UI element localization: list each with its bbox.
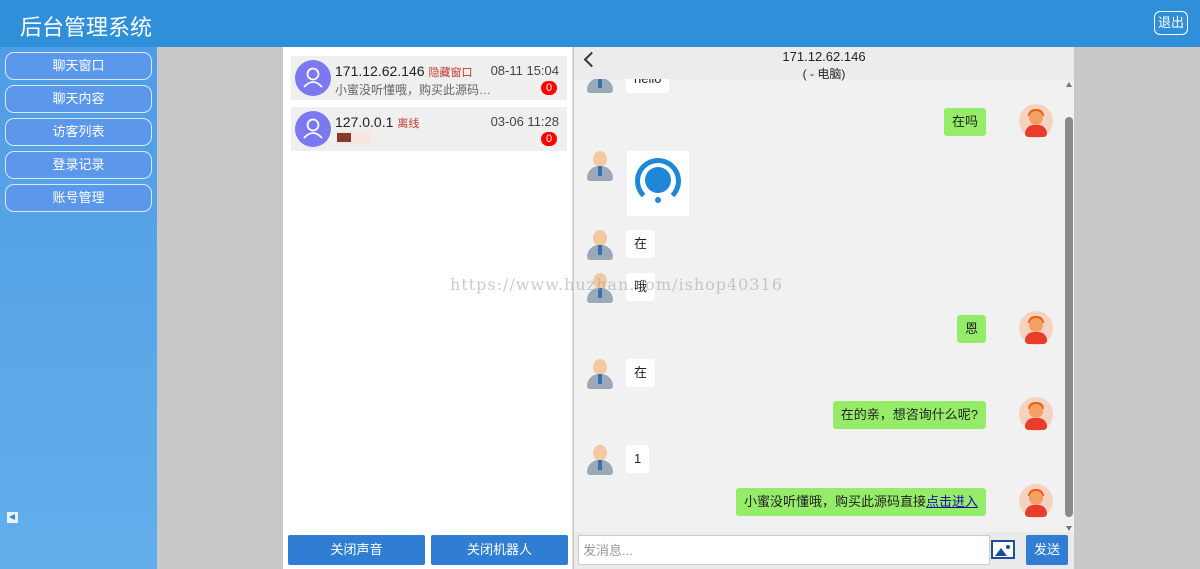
agent-avatar-icon bbox=[1019, 397, 1053, 431]
sidebar-item-chat-content[interactable]: 聊天内容 bbox=[5, 85, 152, 113]
sidebar-item-login-records[interactable]: 登录记录 bbox=[5, 151, 152, 179]
mute-sound-button[interactable]: 关闭声音 bbox=[288, 535, 425, 565]
app-title: 后台管理系统 bbox=[20, 15, 153, 40]
message-bubble: 哦 bbox=[626, 273, 656, 301]
image-message-headset-icon[interactable] bbox=[627, 151, 689, 216]
collapse-sidebar-icon[interactable] bbox=[7, 512, 18, 523]
app-header: 后台管理系统 退出 bbox=[0, 0, 1200, 47]
message-list: hello 在吗 在 哦 恩 在 在的亲，想咨询什么呢? 1 小蜜没听懂哦，购买… bbox=[574, 79, 1064, 529]
sidebar: 聊天窗口 聊天内容 访客列表 登录记录 账号管理 bbox=[0, 47, 157, 569]
message-bubble: 在 bbox=[626, 230, 656, 258]
message-composer: 发送 bbox=[574, 532, 1074, 569]
session-tag: 隐藏窗口 bbox=[428, 67, 473, 79]
agent-avatar-icon bbox=[1019, 311, 1053, 345]
scroll-down-icon[interactable] bbox=[1066, 526, 1072, 531]
message-scrollbar[interactable] bbox=[1064, 79, 1074, 534]
visitor-avatar-icon bbox=[584, 271, 616, 303]
image-preview-thumbnail bbox=[337, 131, 371, 144]
sidebar-item-visitor-list[interactable]: 访客列表 bbox=[5, 118, 152, 146]
chat-header: 171.12.62.146 ( - 电脑) bbox=[574, 47, 1074, 81]
sidebar-item-chat-window[interactable]: 聊天窗口 bbox=[5, 52, 152, 80]
unread-badge: 0 bbox=[541, 132, 557, 146]
agent-avatar-icon bbox=[1019, 484, 1053, 518]
message-bubble: 在 bbox=[626, 359, 656, 387]
chat-visitor-ip: 171.12.62.146 bbox=[782, 49, 866, 64]
message-bubble: 小蜜没听懂哦，购买此源码直接点击进入 bbox=[735, 488, 986, 516]
send-image-icon[interactable] bbox=[991, 540, 1015, 559]
session-ip: 127.0.0.1 离线 bbox=[335, 114, 420, 130]
sidebar-item-account-management[interactable]: 账号管理 bbox=[5, 184, 152, 212]
visitor-avatar-icon bbox=[584, 443, 616, 475]
disable-robot-button[interactable]: 关闭机器人 bbox=[431, 535, 568, 565]
visitor-avatar-icon bbox=[584, 79, 616, 93]
scroll-up-icon[interactable] bbox=[1066, 82, 1072, 87]
message-bubble: 1 bbox=[626, 445, 650, 473]
session-item[interactable]: 127.0.0.1 离线 03-06 11:28 0 bbox=[291, 107, 567, 151]
visitor-avatar-icon bbox=[584, 149, 616, 181]
session-preview: 小蜜没听懂哦，购买此源码直... bbox=[335, 83, 495, 97]
scrollbar-thumb[interactable] bbox=[1065, 117, 1073, 517]
session-time: 03-06 11:28 bbox=[490, 114, 559, 129]
send-button[interactable]: 发送 bbox=[1026, 535, 1068, 565]
session-time: 08-11 15:04 bbox=[490, 63, 559, 78]
logout-button[interactable]: 退出 bbox=[1154, 11, 1188, 35]
enter-link[interactable]: 点击进入 bbox=[926, 494, 978, 509]
session-item[interactable]: 171.12.62.146 隐藏窗口 08-11 15:04 小蜜没听懂哦，购买此… bbox=[291, 56, 567, 100]
session-ip: 171.12.62.146 隐藏窗口 bbox=[335, 63, 473, 79]
visitor-avatar-icon bbox=[584, 228, 616, 260]
agent-avatar-icon bbox=[1019, 104, 1053, 138]
session-tag: 离线 bbox=[397, 118, 420, 130]
message-bubble: 恩 bbox=[956, 315, 986, 343]
message-bubble: 在的亲，想咨询什么呢? bbox=[832, 401, 986, 429]
user-avatar-icon bbox=[295, 60, 331, 96]
message-input[interactable] bbox=[578, 535, 990, 565]
message-bubble: hello bbox=[626, 79, 670, 93]
chat-panel: 171.12.62.146 ( - 电脑) hello 在吗 在 哦 恩 在 在… bbox=[574, 47, 1074, 569]
visitor-avatar-icon bbox=[584, 357, 616, 389]
message-bubble: 在吗 bbox=[943, 108, 986, 136]
session-list-panel: 171.12.62.146 隐藏窗口 08-11 15:04 小蜜没听懂哦，购买此… bbox=[283, 47, 573, 569]
unread-badge: 0 bbox=[541, 81, 557, 95]
user-avatar-icon bbox=[295, 111, 331, 147]
